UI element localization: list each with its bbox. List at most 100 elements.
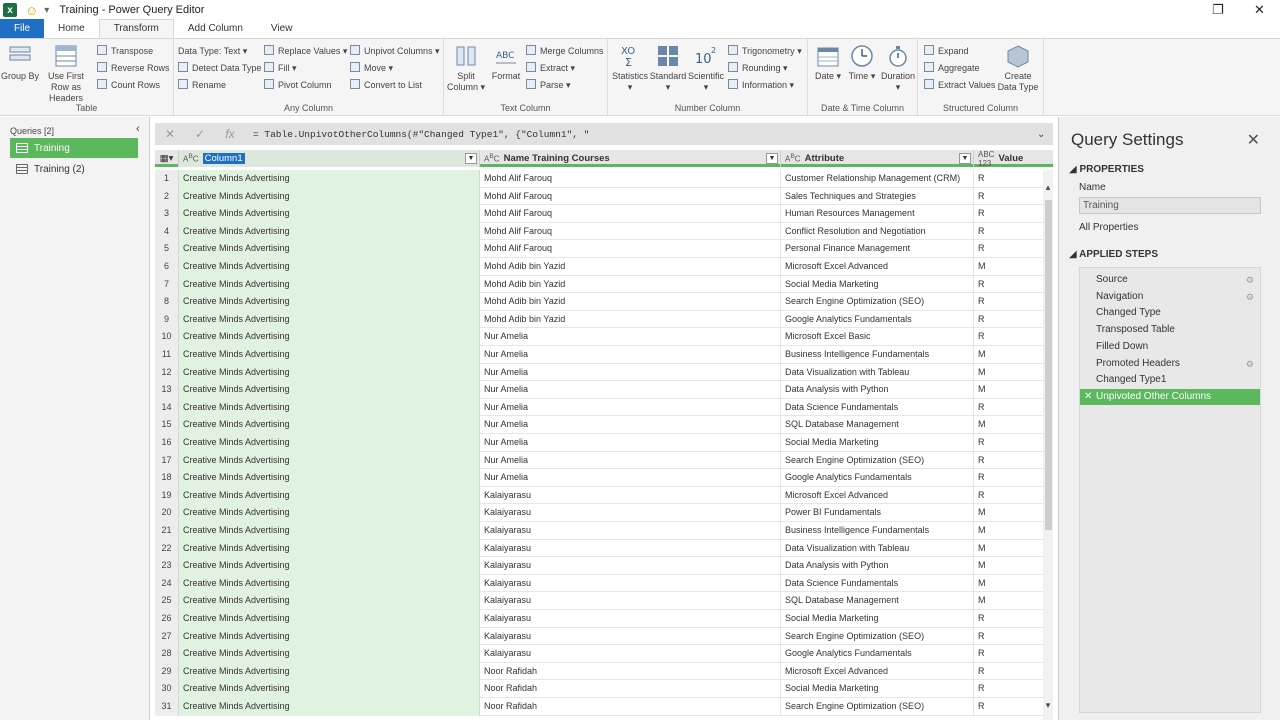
cell-attribute[interactable]: Search Engine Optimization (SEO)	[781, 698, 974, 716]
column-header-column1[interactable]: ABC Column1 ▼	[179, 150, 480, 167]
cell-column1[interactable]: Creative Minds Advertising	[179, 416, 480, 434]
information-button[interactable]: Information ▾	[728, 78, 794, 92]
row-number[interactable]: 3	[155, 205, 179, 223]
table-row[interactable]: 15 Creative Minds Advertising Nur Amelia SQ…	[155, 416, 1053, 434]
table-row[interactable]: 20 Creative Minds Advertising Kalaiyarasu P…	[155, 504, 1053, 522]
cell-value[interactable]: M	[974, 364, 1041, 382]
aggregate-button[interactable]: Aggregate	[924, 61, 980, 75]
table-row[interactable]: 2 Creative Minds Advertising Mohd Alif Far…	[155, 187, 1053, 206]
cell-attribute[interactable]: Social Media Marketing	[781, 680, 974, 698]
step-settings-gear-icon[interactable]: ⚙	[1246, 356, 1254, 372]
cell-column1[interactable]: Creative Minds Advertising	[179, 662, 480, 681]
cell-name[interactable]: Mohd Adib bin Yazid	[480, 275, 781, 294]
cell-attribute[interactable]: Business Intelligence Fundamentals	[781, 346, 974, 364]
cell-column1[interactable]: Creative Minds Advertising	[179, 258, 480, 276]
cell-attribute[interactable]: Microsoft Excel Advanced	[781, 486, 974, 505]
cell-column1[interactable]: Creative Minds Advertising	[179, 680, 480, 698]
cell-column1[interactable]: Creative Minds Advertising	[179, 310, 480, 329]
table-row[interactable]: 5 Creative Minds Advertising Mohd Alif Far…	[155, 240, 1053, 258]
smiley-feedback-icon[interactable]: ☺	[25, 3, 38, 18]
expand-button[interactable]: Expand	[924, 44, 969, 58]
cell-attribute[interactable]: Data Science Fundamentals	[781, 574, 974, 593]
column-filter-dropdown-icon[interactable]: ▼	[959, 153, 971, 164]
applied-step[interactable]: Promoted Headers ⚙	[1080, 356, 1260, 372]
cell-value[interactable]: R	[974, 610, 1041, 628]
cell-attribute[interactable]: SQL Database Management	[781, 416, 974, 434]
row-number[interactable]: 15	[155, 416, 179, 434]
format-button[interactable]: ABC Format	[486, 43, 526, 82]
cell-name[interactable]: Mohd Alif Farouq	[480, 240, 781, 258]
table-row[interactable]: 1 Creative Minds Advertising Mohd Alif Far…	[155, 170, 1053, 188]
table-row[interactable]: 28 Creative Minds Advertising Kalaiyarasu G…	[155, 645, 1053, 663]
cell-attribute[interactable]: Social Media Marketing	[781, 275, 974, 294]
cell-value[interactable]: R	[974, 645, 1041, 663]
row-number[interactable]: 10	[155, 328, 179, 346]
cell-name[interactable]: Kalaiyarasu	[480, 610, 781, 628]
cell-column1[interactable]: Creative Minds Advertising	[179, 434, 480, 452]
cell-column1[interactable]: Creative Minds Advertising	[179, 557, 480, 575]
cell-value[interactable]: M	[974, 522, 1041, 540]
table-row[interactable]: 14 Creative Minds Advertising Nur Amelia Da…	[155, 398, 1053, 417]
cell-value[interactable]: R	[974, 452, 1041, 470]
extract-button[interactable]: Extract ▾	[526, 61, 575, 75]
query-name-input[interactable]: Training	[1079, 197, 1261, 214]
cell-name[interactable]: Mohd Alif Farouq	[480, 222, 781, 241]
cell-name[interactable]: Kalaiyarasu	[480, 522, 781, 540]
cell-column1[interactable]: Creative Minds Advertising	[179, 275, 480, 294]
column-header-value[interactable]: ABC 123 Value	[974, 150, 1053, 168]
move-button[interactable]: Move ▾	[350, 61, 393, 75]
cell-attribute[interactable]: Google Analytics Fundamentals	[781, 469, 974, 487]
cell-name[interactable]: Nur Amelia	[480, 346, 781, 364]
cell-column1[interactable]: Creative Minds Advertising	[179, 293, 480, 311]
cell-column1[interactable]: Creative Minds Advertising	[179, 222, 480, 241]
applied-step[interactable]: Navigation ⚙	[1080, 289, 1260, 305]
cell-column1[interactable]: Creative Minds Advertising	[179, 451, 480, 470]
tab-view[interactable]: View	[257, 19, 307, 38]
cell-attribute[interactable]: SQL Database Management	[781, 592, 974, 610]
table-row[interactable]: 26 Creative Minds Advertising Kalaiyarasu S…	[155, 610, 1053, 628]
row-number[interactable]: 12	[155, 363, 179, 382]
cell-attribute[interactable]: Business Intelligence Fundamentals	[781, 522, 974, 540]
table-row[interactable]: 7 Creative Minds Advertising Mohd Adib bin…	[155, 275, 1053, 294]
row-number[interactable]: 22	[155, 539, 179, 558]
cell-name[interactable]: Nur Amelia	[480, 469, 781, 487]
count-rows-button[interactable]: Count Rows	[97, 78, 160, 92]
cell-value[interactable]: R	[974, 628, 1041, 646]
tab-home[interactable]: Home	[44, 19, 99, 38]
pivot-column-button[interactable]: Pivot Column	[264, 78, 332, 92]
cell-value[interactable]: R	[974, 170, 1041, 188]
cell-attribute[interactable]: Data Science Fundamentals	[781, 398, 974, 417]
cell-value[interactable]: M	[974, 575, 1041, 593]
row-number[interactable]: 23	[155, 557, 179, 575]
table-row[interactable]: 8 Creative Minds Advertising Mohd Adib bin…	[155, 293, 1053, 311]
row-number[interactable]: 8	[155, 293, 179, 311]
applied-step[interactable]: Transposed Table	[1080, 322, 1260, 338]
table-row[interactable]: 9 Creative Minds Advertising Mohd Adib bin…	[155, 310, 1053, 329]
date-button[interactable]: Date ▾	[810, 43, 846, 82]
cell-column1[interactable]: Creative Minds Advertising	[179, 522, 480, 540]
cell-value[interactable]: M	[974, 540, 1041, 558]
cell-column1[interactable]: Creative Minds Advertising	[179, 645, 480, 663]
column-header-name-training-courses[interactable]: ABC Name Training Courses ▼	[480, 150, 781, 167]
query-item-training-2[interactable]: Training (2)	[10, 159, 138, 179]
cell-name[interactable]: Kalaiyarasu	[480, 627, 781, 646]
cell-value[interactable]: R	[974, 399, 1041, 417]
cell-name[interactable]: Nur Amelia	[480, 328, 781, 346]
cell-attribute[interactable]: Data Analysis with Python	[781, 557, 974, 575]
cell-column1[interactable]: Creative Minds Advertising	[179, 539, 480, 558]
query-item-training[interactable]: Training	[10, 138, 138, 158]
scientific-button[interactable]: 10 2 Scientific ▾	[686, 43, 726, 93]
cell-attribute[interactable]: Personal Finance Management	[781, 240, 974, 258]
table-row[interactable]: 6 Creative Minds Advertising Mohd Adib bin…	[155, 258, 1053, 276]
row-number[interactable]: 20	[155, 504, 179, 522]
expand-formula-chevron-icon[interactable]: ⌄	[1037, 129, 1053, 140]
cell-value[interactable]: R	[974, 698, 1041, 716]
cell-attribute[interactable]: Social Media Marketing	[781, 610, 974, 628]
table-row[interactable]: 23 Creative Minds Advertising Kalaiyarasu D…	[155, 557, 1053, 575]
table-row[interactable]: 13 Creative Minds Advertising Nur Amelia Da…	[155, 381, 1053, 399]
cell-column1[interactable]: Creative Minds Advertising	[179, 627, 480, 646]
cell-value[interactable]: R	[974, 293, 1041, 311]
table-row[interactable]: 21 Creative Minds Advertising Kalaiyarasu B…	[155, 522, 1053, 540]
detect-data-type-button[interactable]: Detect Data Type	[178, 61, 261, 75]
cell-value[interactable]: R	[974, 311, 1041, 329]
